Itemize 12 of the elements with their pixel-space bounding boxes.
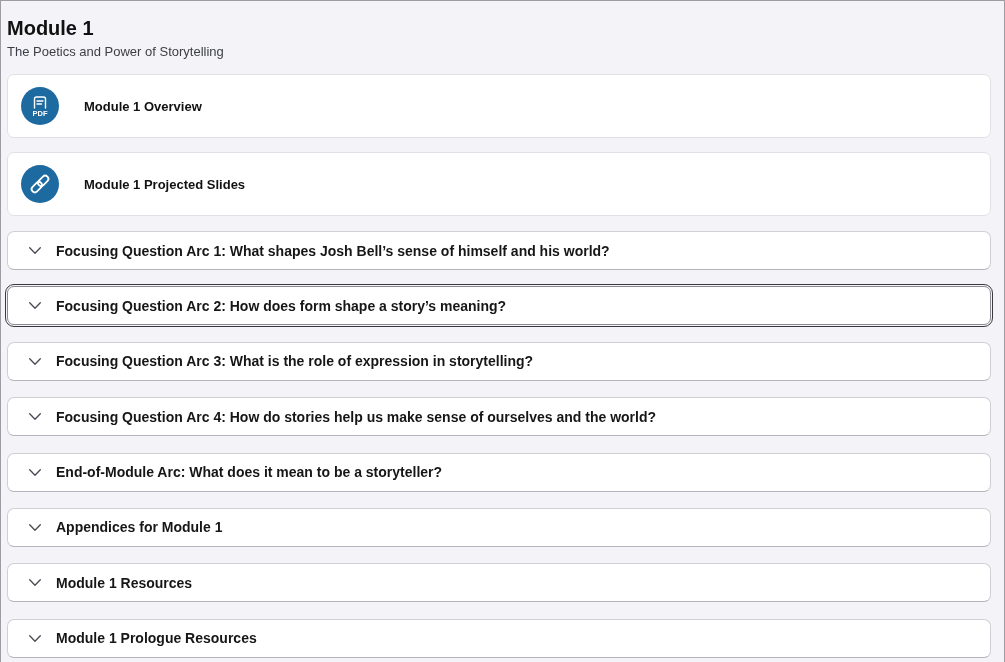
accordion-header[interactable]: Module 1 Prologue Resources	[7, 618, 991, 658]
accordion-header[interactable]: End-of-Module Arc: What does it mean to be a storyteller?	[7, 452, 991, 492]
accordion-header[interactable]: Focusing Question Arc 3: What is the role of expression in storytelling?	[7, 341, 991, 381]
accordion-header[interactable]: Appendices for Module 1	[7, 507, 991, 547]
module-title: Module 1	[7, 16, 94, 40]
module-subtitle: The Poetics and Power of Storytelling	[7, 44, 224, 60]
accordion-header[interactable]: Focusing Question Arc 2: How does form shape a story’s meaning?	[7, 286, 991, 326]
resource-card[interactable]: Module 1 Projected Slides	[7, 152, 991, 216]
link-icon	[21, 165, 59, 203]
accordion-header[interactable]: Focusing Question Arc 1: What shapes Josh Bell’s sense of himself and his world?	[7, 231, 991, 270]
accordion-header[interactable]: Module 1 Resources	[7, 563, 991, 603]
accordion-header[interactable]: Focusing Question Arc 4: How do stories help us make sense of ourselves and the world?	[7, 397, 991, 437]
